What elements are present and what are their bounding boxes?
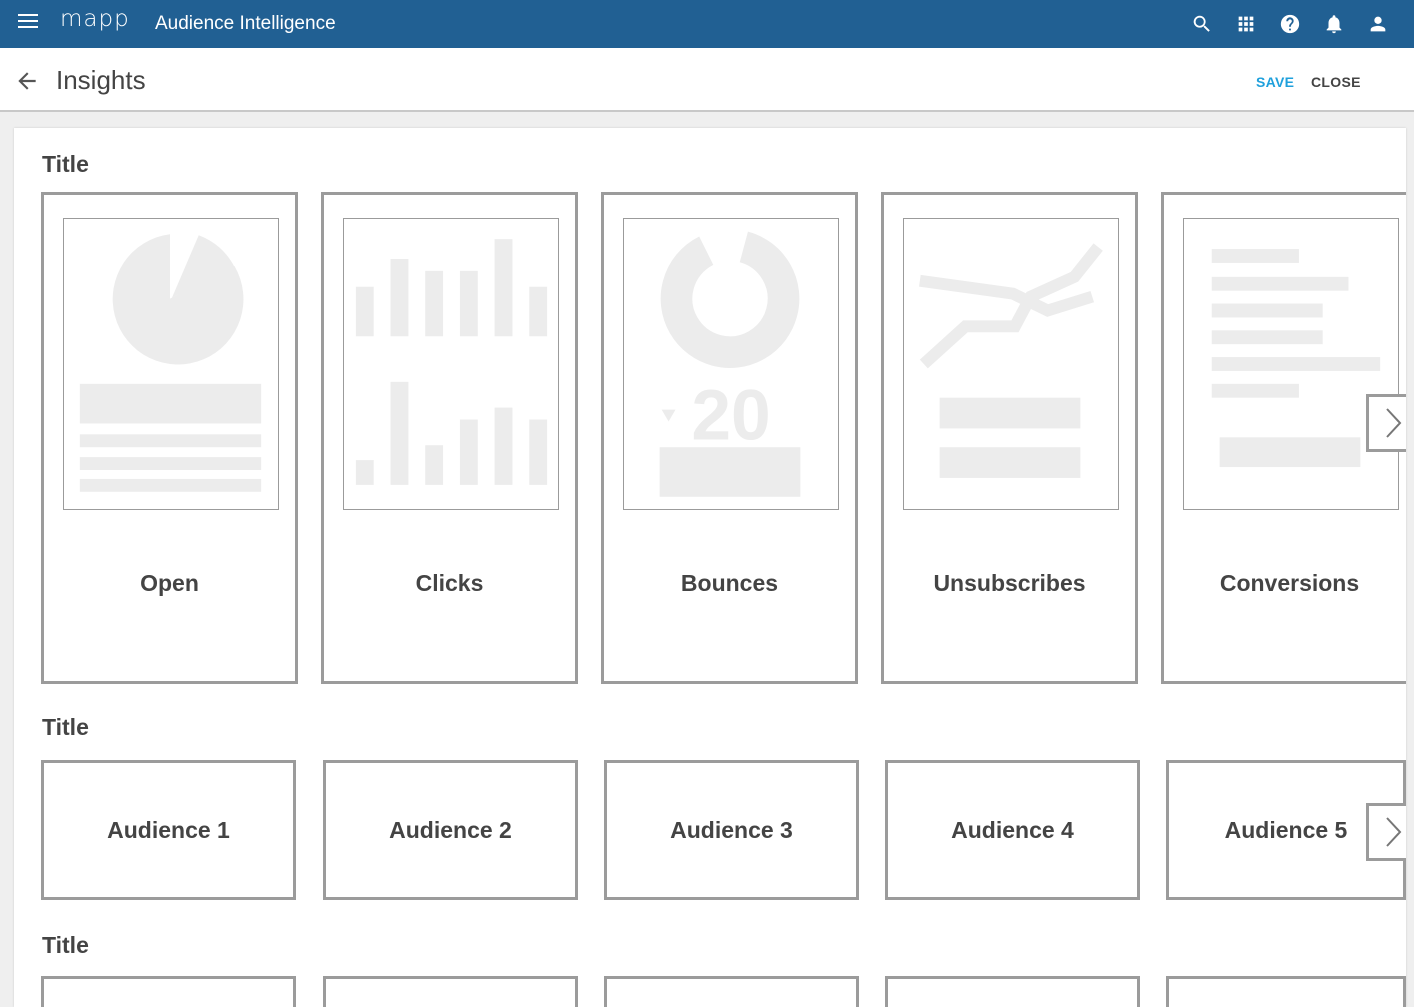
carousel-next-button[interactable] <box>1366 803 1406 861</box>
bar-chart-thumbnail <box>343 218 559 510</box>
account-icon[interactable] <box>1356 2 1400 46</box>
card-label: Audience 3 <box>670 816 793 843</box>
page-title: Insights <box>56 65 146 95</box>
insight-card-unsubscribes[interactable]: Unsubscribes <box>881 192 1138 684</box>
close-button[interactable]: CLOSE <box>1311 74 1361 90</box>
insight-card-bounces[interactable]: 20 Bounces <box>601 192 858 684</box>
audience-card[interactable]: Audience 4 <box>885 760 1140 900</box>
insights-panel: Title Open Clicks 20 Bounces Unsubscribe… <box>14 128 1406 1007</box>
app-title: Audience Intelligence <box>155 13 336 34</box>
menu-icon[interactable] <box>18 14 38 30</box>
page-header: Insights SAVE CLOSE <box>0 48 1414 112</box>
back-arrow-icon[interactable] <box>14 68 40 94</box>
card-label: Open <box>140 570 199 596</box>
card-label: Unsubscribes <box>933 570 1086 596</box>
card-label: Audience 4 <box>951 816 1074 843</box>
audience-card[interactable]: Audience 3 <box>604 760 859 900</box>
section-title: Title <box>42 714 89 740</box>
insight-card-placeholder[interactable] <box>1166 976 1406 1007</box>
carousel-next-button[interactable] <box>1366 394 1406 452</box>
audience-card[interactable]: Audience 2 <box>323 760 578 900</box>
donut-kpi-thumbnail: 20 <box>623 218 839 510</box>
insight-card-clicks[interactable]: Clicks <box>321 192 578 684</box>
top-app-bar: mapp Audience Intelligence <box>0 0 1414 48</box>
text-list-thumbnail <box>1183 218 1399 510</box>
section-title: Title <box>42 151 89 177</box>
kpi-value: 20 <box>691 375 770 455</box>
help-icon[interactable] <box>1268 2 1312 46</box>
audience-card[interactable]: Audience 1 <box>41 760 296 900</box>
notifications-icon[interactable] <box>1312 2 1356 46</box>
insight-card-placeholder[interactable] <box>41 976 296 1007</box>
top-bar-actions <box>1180 0 1400 48</box>
card-label: Audience 1 <box>107 816 230 843</box>
search-icon[interactable] <box>1180 2 1224 46</box>
apps-grid-icon[interactable] <box>1224 2 1268 46</box>
card-label: Bounces <box>680 570 779 596</box>
line-chart-thumbnail <box>903 218 1119 510</box>
insight-card-placeholder[interactable] <box>604 976 859 1007</box>
chevron-right-icon <box>1385 817 1401 847</box>
save-button[interactable]: SAVE <box>1256 74 1294 90</box>
section-title: Title <box>42 932 89 958</box>
card-label: Clicks <box>415 570 484 596</box>
card-label: Audience 2 <box>389 816 512 843</box>
pie-chart-thumbnail <box>63 218 279 510</box>
insight-card-placeholder[interactable] <box>323 976 578 1007</box>
card-label: Conversions <box>1219 570 1360 596</box>
insight-card-placeholder[interactable] <box>885 976 1140 1007</box>
card-label: Audience 5 <box>1224 816 1348 843</box>
insight-card-open[interactable]: Open <box>41 192 298 684</box>
mapp-logo[interactable]: mapp <box>60 6 130 32</box>
chevron-right-icon <box>1385 408 1401 438</box>
